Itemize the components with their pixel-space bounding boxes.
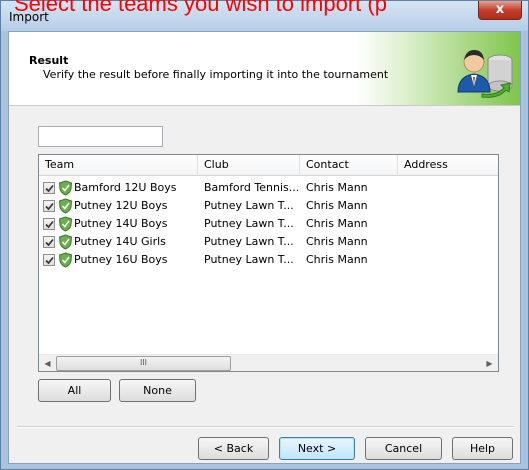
column-header-club[interactable]: Club <box>198 155 300 176</box>
page-title: Result <box>29 54 69 67</box>
checkmark-icon <box>45 220 54 229</box>
dialog-body: Result Verify the result before finally … <box>8 31 521 464</box>
next-button[interactable]: Next > <box>279 437 355 460</box>
page-subtitle: Verify the result before finally importi… <box>43 68 389 81</box>
help-button[interactable]: Help <box>452 437 513 460</box>
import-dialog: Import x Result Verify the result before… <box>0 0 529 470</box>
row-club: Putney Lawn T... <box>204 235 294 248</box>
horizontal-scrollbar[interactable]: ◀ III ▶ <box>39 354 498 371</box>
row-club: Bamford Tennis... <box>204 181 300 194</box>
shield-icon <box>58 198 73 214</box>
wizard-header: Result Verify the result before finally … <box>9 32 520 106</box>
row-contact: Chris Mann <box>306 181 368 194</box>
select-all-button[interactable]: All <box>38 379 111 402</box>
row-club: Putney Lawn T... <box>204 217 294 230</box>
row-contact: Chris Mann <box>306 217 368 230</box>
column-header-address[interactable]: Address <box>398 155 498 176</box>
footer-divider <box>17 426 514 428</box>
scroll-thumb[interactable]: III <box>56 356 231 371</box>
row-team: Putney 16U Boys <box>74 253 168 266</box>
shield-icon <box>58 216 73 232</box>
checkmark-icon <box>45 256 54 265</box>
shield-icon <box>58 180 73 196</box>
row-address <box>404 251 498 269</box>
row-checkbox[interactable] <box>43 236 55 248</box>
row-address <box>404 197 498 215</box>
checkmark-icon <box>45 184 54 193</box>
checkmark-icon <box>45 202 54 211</box>
row-team: Bamford 12U Boys <box>74 181 177 194</box>
row-checkbox[interactable] <box>43 182 55 194</box>
row-team: Putney 14U Boys <box>74 217 168 230</box>
table-row[interactable]: Bamford 12U Boys Bamford Tennis... Chris M… <box>39 179 498 197</box>
column-header-team[interactable]: Team <box>39 155 198 176</box>
shield-icon <box>58 234 73 250</box>
scroll-right-icon[interactable]: ▶ <box>481 355 498 372</box>
row-contact: Chris Mann <box>306 253 368 266</box>
select-none-button[interactable]: None <box>119 379 196 402</box>
row-address <box>404 215 498 233</box>
row-address <box>404 179 498 197</box>
filter-input[interactable] <box>38 126 163 147</box>
list-header: Team Club Contact Address <box>39 155 498 176</box>
cancel-button[interactable]: Cancel <box>365 437 442 460</box>
annotation-text: Select the teams you wish to import (p <box>14 0 387 16</box>
row-club: Putney Lawn T... <box>204 253 294 266</box>
row-address <box>404 233 498 251</box>
row-team: Putney 14U Girls <box>74 235 166 248</box>
scroll-left-icon[interactable]: ◀ <box>39 355 56 372</box>
row-contact: Chris Mann <box>306 199 368 212</box>
row-team: Putney 12U Boys <box>74 199 168 212</box>
row-contact: Chris Mann <box>306 235 368 248</box>
teams-list[interactable]: Team Club Contact Address Bamford 12U Bo… <box>38 154 499 372</box>
close-button[interactable]: x <box>478 1 522 20</box>
shield-icon <box>58 252 73 268</box>
row-club: Putney Lawn T... <box>204 199 294 212</box>
back-button[interactable]: < Back <box>198 437 269 460</box>
table-row[interactable]: Putney 16U Boys Putney Lawn T... Chris Man… <box>39 251 498 269</box>
table-row[interactable]: Putney 14U Boys Putney Lawn T... Chris Man… <box>39 215 498 233</box>
table-row[interactable]: Putney 14U Girls Putney Lawn T... Chris Ma… <box>39 233 498 251</box>
row-checkbox[interactable] <box>43 218 55 230</box>
grip-icon: III <box>139 358 148 367</box>
person-database-icon <box>457 50 513 98</box>
column-header-contact[interactable]: Contact <box>300 155 398 176</box>
row-checkbox[interactable] <box>43 200 55 212</box>
checkmark-icon <box>45 238 54 247</box>
close-icon: x <box>495 2 505 17</box>
table-row[interactable]: Putney 12U Boys Putney Lawn T... Chris Man… <box>39 197 498 215</box>
row-checkbox[interactable] <box>43 254 55 266</box>
